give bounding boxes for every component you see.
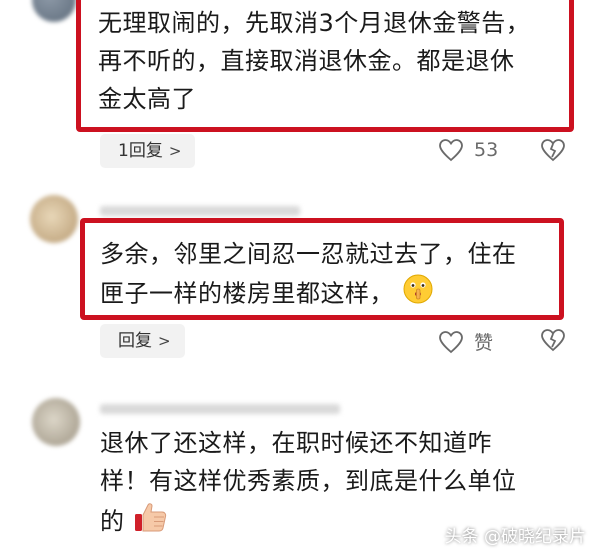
chevron-right-icon: > [168, 142, 182, 160]
comment-line: 匣子一样的楼房里都这样， [100, 273, 560, 316]
watermark: 头条 @破晓纪录片 [444, 527, 586, 547]
reply-label: 回复 [118, 331, 152, 351]
comment-line: 再不听的，直接取消退休金。都是退休 [98, 47, 515, 75]
like-button[interactable]: 赞 [438, 328, 493, 355]
comment-line: 退休了还这样，在职时候还不知道咋 [100, 429, 492, 457]
comment-line-text: 匣子一样的楼房里都这样， [100, 279, 394, 308]
comment-text: 多余，邻里之间忍一忍就过去了，住在 匣子一样的楼房里都这样， [100, 235, 560, 316]
comment-line: 金太高了 [98, 85, 196, 113]
reply-label: 1回复 [118, 141, 163, 161]
avatar[interactable] [32, 0, 76, 22]
broken-heart-icon [541, 139, 565, 162]
username[interactable] [100, 206, 300, 216]
shush-face-icon [402, 273, 434, 316]
username[interactable] [100, 404, 340, 414]
avatar[interactable] [32, 398, 80, 446]
reply-button[interactable]: 回复 > [100, 324, 185, 358]
dislike-button[interactable] [540, 328, 566, 352]
comment-text: 无理取闹的，先取消3个月退休金警告， 再不听的，直接取消退休金。都是退休 金太高… [98, 4, 568, 118]
like-count: 53 [474, 139, 499, 161]
chevron-right-icon: > [158, 332, 171, 350]
comment-line: 无理取闹的，先取消3个月退休金警告， [98, 9, 531, 37]
dislike-button[interactable] [540, 138, 566, 162]
heart-icon [439, 330, 463, 353]
broken-heart-icon [541, 329, 565, 352]
avatar[interactable] [30, 195, 78, 243]
heart-icon [439, 139, 463, 162]
thumbs-up-icon [133, 500, 169, 545]
comment-line: 多余，邻里之间忍一忍就过去了，住在 [100, 240, 517, 268]
comment-line-text: 的 [100, 507, 125, 536]
reply-button[interactable]: 1回复 > [100, 134, 196, 168]
like-button[interactable]: 53 [438, 138, 498, 162]
comment-line: 样！有这样优秀素质，到底是什么单位 [100, 467, 517, 495]
like-label: 赞 [474, 332, 494, 354]
